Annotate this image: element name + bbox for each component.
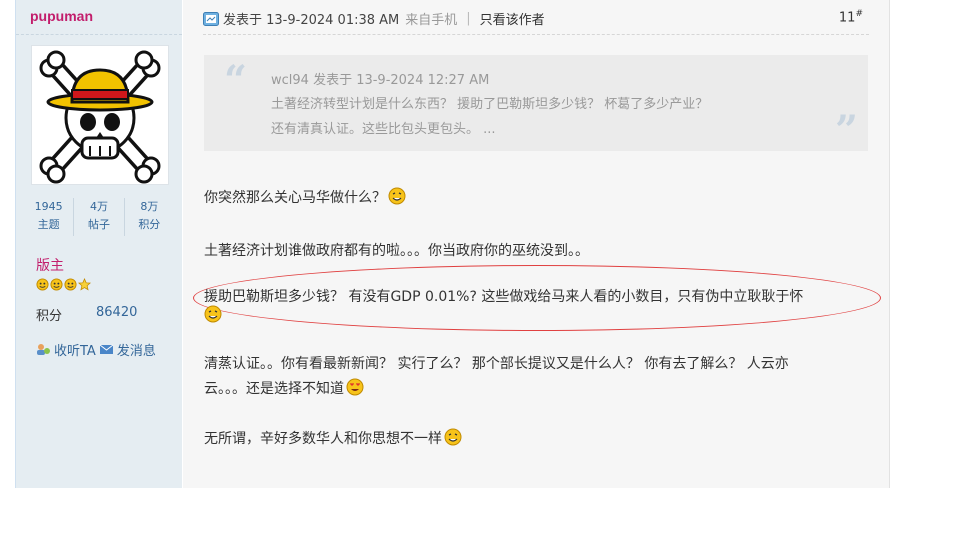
stat-label: 积分 <box>138 218 161 231</box>
skull-avatar-icon <box>39 50 161 184</box>
quote-block: “ wcl94 发表于 13-9-2024 12:27 AM 土著经济转型计划是… <box>204 55 868 154</box>
emoji-line <box>204 305 222 324</box>
post-content: 发表于 13-9-2024 01:38 AM 来自手机 | 只看该作者 11# … <box>183 0 890 488</box>
paragraph-text: 土著经济计划谁做政府都有的啦。。。你当政府你的巫统没到。。 <box>204 243 589 259</box>
stat-posts[interactable]: 4万 帖子 <box>73 198 123 236</box>
stat-value: 1945 <box>34 200 63 213</box>
smiley-icon <box>36 278 49 291</box>
divider <box>16 34 182 35</box>
post-source: 来自手机 <box>405 13 458 28</box>
author-rank[interactable]: 版主 <box>36 255 64 275</box>
stat-label: 主题 <box>37 218 60 231</box>
rank-stars <box>36 278 91 291</box>
credit-label: 积分 <box>36 309 63 324</box>
post-time: 发表于 13-9-2024 01:38 AM <box>223 13 400 28</box>
grin-emoji-icon <box>204 305 222 323</box>
post-paragraph: 土著经济计划谁做政府都有的啦。。。你当政府你的巫统没到。。 <box>204 240 589 260</box>
post-icon <box>203 11 219 26</box>
close-quote-icon: ” <box>834 107 858 154</box>
follow-button[interactable]: 收听TA <box>54 340 96 359</box>
quote-header[interactable]: wcl94 发表于 13-9-2024 12:27 AM <box>271 69 489 88</box>
smiley-icon <box>64 278 77 291</box>
open-quote-icon: “ <box>224 57 248 104</box>
paragraph-text: 清蒸认证。。你有看最新新闻？ 实行了么？ 那个部长提议又是什么人？ 你有去了解么… <box>204 356 789 372</box>
message-icon <box>99 344 114 354</box>
paragraph-text: 无所谓，辛好多数华人和你思想不一样 <box>204 431 442 447</box>
follow-icon <box>37 344 50 355</box>
only-author-link[interactable]: 只看该作者 <box>480 9 545 28</box>
post-paragraph: 清蒸认证。。你有看最新新闻？ 实行了么？ 那个部长提议又是什么人？ 你有去了解么… <box>204 353 789 373</box>
message-button[interactable]: 发消息 <box>117 340 156 359</box>
divider <box>203 34 869 35</box>
floor-value: 11 <box>838 10 856 26</box>
author-actions: 收听TA 发消息 <box>36 340 156 359</box>
author-stats: 1945 主题 4万 帖子 8万 积分 <box>24 198 174 236</box>
floor-number[interactable]: 11# <box>839 9 863 25</box>
floor-mark: # <box>855 9 863 19</box>
stat-value: 8万 <box>140 200 159 213</box>
grin-emoji-icon <box>388 187 406 205</box>
stat-credits[interactable]: 8万 积分 <box>123 198 174 236</box>
post-paragraph: 无所谓，辛好多数华人和你思想不一样 <box>204 428 462 448</box>
post-paragraph: 援助巴勒斯坦多少钱？ 有没有GDP 0.01%? 这些做戏给马来人看的小数目，只… <box>204 286 803 306</box>
post-paragraph: 你突然那么关心马华做什么？ <box>204 187 406 207</box>
author-username[interactable]: pupuman <box>30 8 93 24</box>
credit-value: 86420 <box>96 305 138 320</box>
meta-separator: | <box>466 11 471 26</box>
avatar[interactable] <box>31 45 169 185</box>
quote-line: 土著经济转型计划是什么东西？ 援助了巴勒斯坦多少钱？ 杯葛了多少产业？ <box>271 97 709 112</box>
paragraph-text: 你突然那么关心马华做什么？ <box>204 190 386 206</box>
stat-topics[interactable]: 1945 主题 <box>24 198 73 236</box>
paragraph-text: 云。。。还是选择不知道 <box>204 381 344 397</box>
author-sidebar: pupuman 1945 主题 4万 帖子 8万 积分 版主 积分 86420 … <box>16 0 182 488</box>
paragraph-text: 援助巴勒斯坦多少钱？ 有没有GDP 0.01%? 这些做戏给马来人看的小数目，只… <box>204 289 804 305</box>
heart-eyes-emoji-icon <box>346 378 364 396</box>
quote-line: 还有清真认证。这些比包头更包头。 ... <box>271 122 496 137</box>
grin-emoji-icon <box>444 428 462 446</box>
post-paragraph: 云。。。还是选择不知道 <box>204 378 364 398</box>
credit-row: 积分 86420 <box>36 305 137 324</box>
post-meta: 发表于 13-9-2024 01:38 AM 来自手机 | 只看该作者 <box>203 9 545 28</box>
stat-value: 4万 <box>89 200 108 213</box>
stat-label: 帖子 <box>87 218 110 231</box>
smiley-icon <box>50 278 63 291</box>
left-gutter <box>0 0 16 488</box>
star-icon <box>78 278 91 291</box>
